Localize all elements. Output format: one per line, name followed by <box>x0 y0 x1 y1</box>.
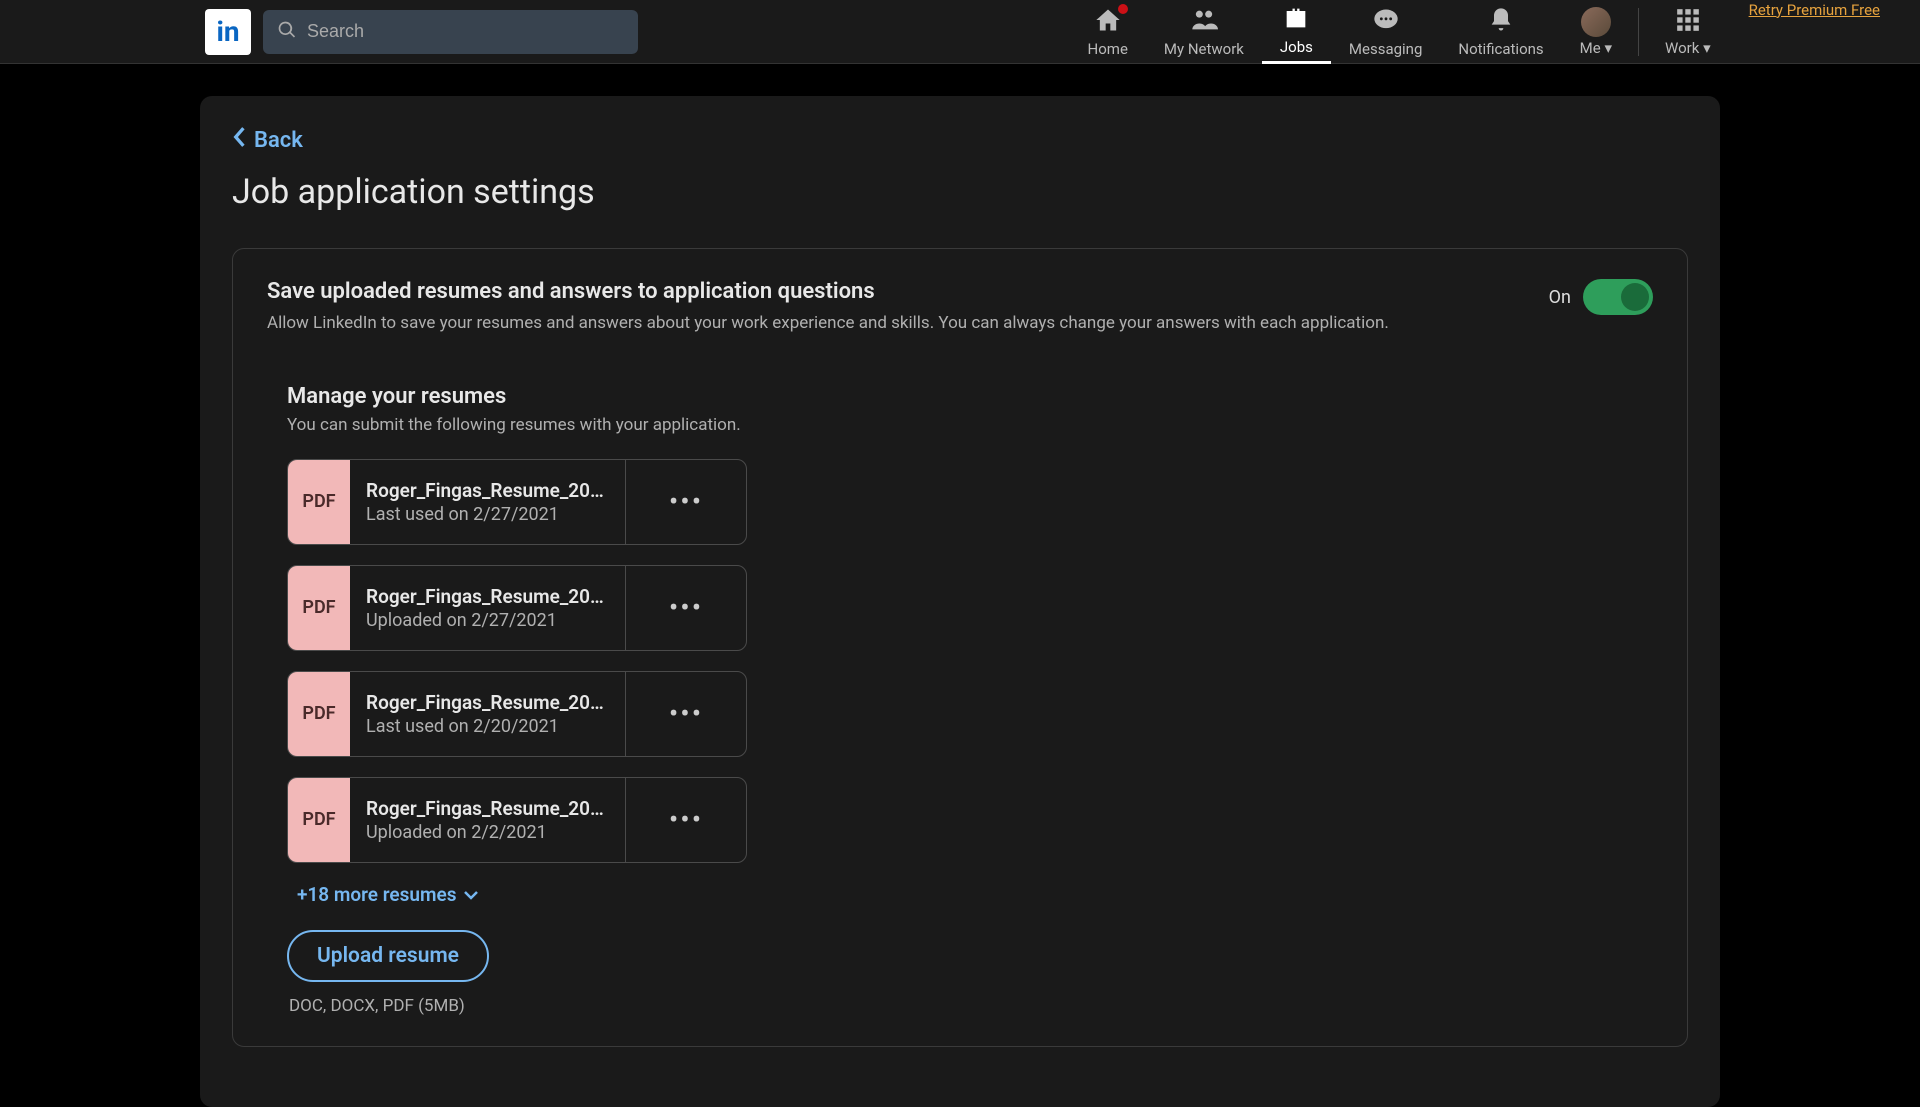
resume-list: PDF Roger_Fingas_Resume_2020… Last used … <box>267 459 1653 863</box>
settings-card: Save uploaded resumes and answers to app… <box>232 248 1688 1047</box>
resume-options-button[interactable]: ••• <box>626 672 746 756</box>
save-toggle[interactable] <box>1583 279 1653 315</box>
toggle-control: On <box>1549 279 1653 315</box>
nav-jobs[interactable]: Jobs <box>1262 0 1331 64</box>
file-type-badge: PDF <box>288 566 350 650</box>
search-icon <box>277 20 297 44</box>
chevron-down-icon: ▾ <box>1703 39 1711 57</box>
file-meta: Uploaded on 2/27/2021 <box>366 610 609 631</box>
nav-label: Notifications <box>1458 40 1543 58</box>
file-info: Roger_Fingas_Resume_2020… Uploaded on 2/… <box>350 566 626 650</box>
chevron-down-icon <box>463 883 479 906</box>
more-icon: ••• <box>669 485 703 518</box>
upload-resume-button[interactable]: Upload resume <box>287 930 489 982</box>
more-icon: ••• <box>669 803 703 836</box>
resume-options-button[interactable]: ••• <box>626 778 746 862</box>
toggle-text: Save uploaded resumes and answers to app… <box>267 279 1549 336</box>
resume-item: PDF Roger_Fingas_Resume_2020… Last used … <box>287 671 747 757</box>
content: Back Job application settings Save uploa… <box>0 64 1920 1107</box>
resume-item: PDF Roger_Fingas_Resume_2020… Uploaded o… <box>287 777 747 863</box>
messaging-icon <box>1372 6 1400 38</box>
more-resumes-label: +18 more resumes <box>297 883 457 906</box>
home-icon <box>1094 6 1122 38</box>
nav-home[interactable]: Home <box>1070 0 1146 64</box>
page-title: Job application settings <box>200 172 1720 212</box>
file-info: Roger_Fingas_Resume_2020… Last used on 2… <box>350 460 626 544</box>
search-input[interactable] <box>263 10 638 54</box>
chevron-left-icon <box>232 126 246 154</box>
main-panel: Back Job application settings Save uploa… <box>200 96 1720 1107</box>
avatar <box>1581 7 1611 37</box>
nav-label: Messaging <box>1349 40 1422 58</box>
notification-badge <box>1116 2 1130 16</box>
file-meta: Last used on 2/27/2021 <box>366 504 609 525</box>
file-name: Roger_Fingas_Resume_2020… <box>366 691 609 714</box>
back-label: Back <box>254 128 303 153</box>
nav-label: Me ▾ <box>1580 39 1612 57</box>
nav-notifications[interactable]: Notifications <box>1440 0 1561 64</box>
network-icon <box>1190 6 1218 38</box>
nav-items: Home My Network Jobs Messaging Notificat… <box>1070 0 1900 64</box>
chevron-down-icon: ▾ <box>1604 39 1612 57</box>
file-meta: Last used on 2/20/2021 <box>366 716 609 737</box>
file-name: Roger_Fingas_Resume_2020… <box>366 797 609 820</box>
toggle-knob <box>1621 283 1649 311</box>
search-container <box>263 10 638 54</box>
file-type-badge: PDF <box>288 460 350 544</box>
nav-label: My Network <box>1164 40 1244 58</box>
resume-item: PDF Roger_Fingas_Resume_2020… Uploaded o… <box>287 565 747 651</box>
nav-messaging[interactable]: Messaging <box>1331 0 1440 64</box>
file-type-badge: PDF <box>288 672 350 756</box>
toggle-state-label: On <box>1549 287 1571 308</box>
nav-label: Jobs <box>1280 38 1313 56</box>
linkedin-logo[interactable]: in <box>205 9 251 55</box>
toggle-description: Allow LinkedIn to save your resumes and … <box>267 312 1509 336</box>
resume-options-button[interactable]: ••• <box>626 460 746 544</box>
file-name: Roger_Fingas_Resume_2020… <box>366 585 609 608</box>
resume-item: PDF Roger_Fingas_Resume_2020… Last used … <box>287 459 747 545</box>
premium-link[interactable]: Retry Premium Free <box>1729 0 1900 64</box>
file-meta: Uploaded on 2/2/2021 <box>366 822 609 843</box>
bell-icon <box>1487 6 1515 38</box>
back-button[interactable]: Back <box>200 126 1720 154</box>
file-info: Roger_Fingas_Resume_2020… Uploaded on 2/… <box>350 778 626 862</box>
toggle-title: Save uploaded resumes and answers to app… <box>267 279 1509 304</box>
file-type-badge: PDF <box>288 778 350 862</box>
nav-network[interactable]: My Network <box>1146 0 1262 64</box>
more-icon: ••• <box>669 591 703 624</box>
divider <box>1638 8 1639 56</box>
more-icon: ••• <box>669 697 703 730</box>
nav-work[interactable]: Work ▾ <box>1647 0 1729 64</box>
nav-me[interactable]: Me ▾ <box>1562 0 1630 64</box>
save-toggle-row: Save uploaded resumes and answers to app… <box>267 279 1653 336</box>
nav-label: Home <box>1088 40 1128 58</box>
file-name: Roger_Fingas_Resume_2020… <box>366 479 609 502</box>
apps-icon <box>1675 7 1701 37</box>
nav-label: Work ▾ <box>1665 39 1711 57</box>
resumes-subheading: You can submit the following resumes wit… <box>267 415 1653 435</box>
accepted-formats: DOC, DOCX, PDF (5MB) <box>267 996 1653 1016</box>
file-info: Roger_Fingas_Resume_2020… Last used on 2… <box>350 672 626 756</box>
resumes-heading: Manage your resumes <box>267 384 1653 409</box>
more-resumes-link[interactable]: +18 more resumes <box>267 883 1653 906</box>
top-navigation: in Home My Network Jobs <box>0 0 1920 64</box>
jobs-icon <box>1282 4 1310 36</box>
resume-options-button[interactable]: ••• <box>626 566 746 650</box>
